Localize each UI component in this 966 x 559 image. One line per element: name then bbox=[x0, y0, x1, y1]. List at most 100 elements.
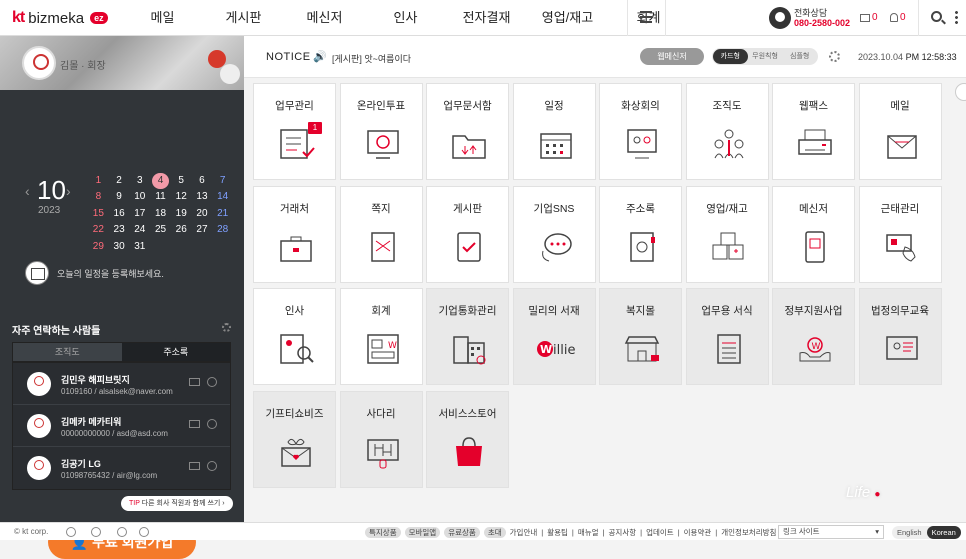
calendar-day[interactable]: 10 bbox=[129, 189, 150, 206]
calendar-day[interactable]: 17 bbox=[129, 206, 150, 223]
tile-hr[interactable]: 인사 bbox=[253, 288, 336, 385]
tile-millie[interactable]: 밀리의 서재 Willie bbox=[512, 288, 596, 385]
user-name[interactable]: 김몰 · 회장 bbox=[60, 57, 106, 72]
calendar-day[interactable]: 22 bbox=[88, 222, 109, 239]
footer-tag[interactable]: 초대 bbox=[483, 527, 506, 538]
calendar-day[interactable]: 13 bbox=[192, 189, 213, 206]
calendar-day[interactable]: 23 bbox=[109, 222, 130, 239]
sms-icon[interactable] bbox=[207, 461, 217, 471]
tip-link[interactable]: TIP 다른 회사 직원과 함께 쓰기 › bbox=[121, 496, 233, 511]
footer-link[interactable]: 매뉴얼 bbox=[578, 527, 599, 538]
footer-link[interactable]: 업데이트 bbox=[646, 527, 674, 538]
mail-icon[interactable] bbox=[189, 462, 200, 470]
list-item[interactable]: 김메카 메카티워 00000000000 / asd@asd.com bbox=[13, 405, 230, 447]
nav-approval[interactable]: 전자결재 bbox=[446, 0, 527, 36]
tile-folder[interactable]: 업무문서함 bbox=[426, 83, 509, 180]
settings-gear-icon[interactable] bbox=[91, 527, 101, 537]
nav-mail[interactable]: 메일 bbox=[122, 0, 203, 36]
calendar-day[interactable]: 19 bbox=[171, 206, 192, 223]
tab-address-book[interactable]: 주소록 bbox=[121, 343, 230, 361]
alarm-clock-icon[interactable] bbox=[66, 527, 76, 537]
tile-mail[interactable]: 메일 bbox=[858, 83, 942, 180]
lang-korean[interactable]: Korean bbox=[926, 526, 961, 539]
calendar-day[interactable]: 7 bbox=[212, 173, 233, 190]
prev-month-icon[interactable]: ‹ bbox=[25, 183, 30, 199]
footer-tag[interactable]: 특지상품 bbox=[365, 527, 401, 538]
mail-icon[interactable] bbox=[189, 378, 200, 386]
settings-gear-icon[interactable] bbox=[829, 51, 840, 62]
link-site-select[interactable]: 링크 사이트 ▾ bbox=[778, 525, 884, 539]
tile-fax[interactable]: 웹팩스 bbox=[772, 83, 855, 180]
calendar-day[interactable]: 30 bbox=[109, 239, 130, 256]
calendar-day[interactable]: 6 bbox=[192, 173, 213, 190]
view-simple[interactable]: 심플형 bbox=[782, 49, 817, 64]
nav-hr[interactable]: 인사 bbox=[365, 0, 446, 36]
tab-org-chart[interactable]: 조직도 bbox=[13, 343, 122, 361]
calendar-day[interactable]: 25 bbox=[150, 222, 171, 239]
add-schedule[interactable]: 오늘의 일정을 등록해보세요. bbox=[25, 261, 164, 285]
calendar-day[interactable]: 2 bbox=[109, 173, 130, 190]
footer-link[interactable]: 개인정보처리방침 bbox=[721, 527, 776, 538]
calendar-today[interactable]: 4 bbox=[151, 172, 170, 189]
footer-link[interactable]: 가입안내 bbox=[510, 527, 538, 538]
tile-gov-support[interactable]: 정부지원사업 W bbox=[772, 288, 855, 385]
next-month-icon[interactable]: › bbox=[66, 183, 71, 199]
calendar-day[interactable]: 29 bbox=[88, 239, 109, 256]
calendar-day[interactable]: 28 bbox=[212, 222, 233, 239]
tile-accounting[interactable]: 회계 W bbox=[339, 288, 423, 385]
tile-briefcase[interactable]: 거래처 bbox=[253, 185, 336, 283]
footer-link[interactable]: 공지사항 bbox=[609, 527, 637, 538]
footer-tag[interactable]: 모바일앱 bbox=[404, 527, 441, 538]
tile-attendance[interactable]: 근태관리 bbox=[858, 185, 942, 283]
collapse-panel-button[interactable] bbox=[955, 83, 966, 101]
tile-note[interactable]: 쪽지 bbox=[339, 185, 423, 283]
view-list[interactable]: 무원칙형 bbox=[748, 49, 783, 64]
calendar-day[interactable]: 3 bbox=[129, 173, 150, 190]
tile-address-book[interactable]: 주소록 bbox=[599, 185, 682, 283]
footer-link[interactable]: 활용팁 bbox=[547, 527, 568, 538]
nav-messenger[interactable]: 메신저 bbox=[284, 0, 365, 36]
mail-icon[interactable] bbox=[189, 420, 200, 428]
mail-notification[interactable]: 0 bbox=[860, 12, 878, 23]
more-icon[interactable] bbox=[955, 10, 958, 24]
calendar-day[interactable]: 15 bbox=[88, 206, 109, 223]
footer-tag[interactable]: 유료상품 bbox=[444, 527, 480, 538]
tile-store[interactable]: 서비스스토어 bbox=[426, 390, 509, 488]
web-messenger-button[interactable]: 웹메신저 bbox=[640, 48, 704, 65]
search-icon[interactable] bbox=[931, 11, 942, 22]
sms-icon[interactable] bbox=[207, 377, 217, 387]
tile-chat[interactable]: 기업SNS bbox=[512, 185, 596, 283]
lang-english[interactable]: English bbox=[892, 526, 927, 539]
bizmeka-logo[interactable]: kt bizmeka ez bbox=[12, 9, 108, 27]
calendar-day[interactable]: 18 bbox=[150, 206, 171, 223]
notice-text[interactable]: [게시판] 앗~여름이다 bbox=[332, 52, 411, 65]
alarm-notification[interactable]: 0 bbox=[890, 12, 906, 23]
footer-link[interactable]: 이용약관 bbox=[684, 527, 712, 538]
help-icon[interactable] bbox=[139, 527, 149, 537]
tile-shop[interactable]: 복지몰 bbox=[599, 288, 682, 385]
calendar-day[interactable]: 9 bbox=[109, 189, 130, 206]
nav-sales[interactable]: 영업/재고 bbox=[527, 0, 608, 36]
tile-task[interactable]: 업무관리 1 bbox=[253, 83, 336, 180]
calendar-day[interactable]: 20 bbox=[192, 206, 213, 223]
tile-video-meeting[interactable]: 화상회의 bbox=[599, 83, 682, 180]
tile-vote[interactable]: 온라인투표 bbox=[339, 83, 423, 180]
tile-form[interactable]: 업무용 서식 bbox=[685, 288, 769, 385]
calendar-day[interactable]: 8 bbox=[88, 189, 109, 206]
tile-calendar[interactable]: 일정 bbox=[512, 83, 596, 180]
calendar-day[interactable]: 1 bbox=[88, 173, 109, 190]
calendar-day[interactable]: 26 bbox=[171, 222, 192, 239]
tile-gift[interactable]: 기프티쇼비즈 bbox=[253, 390, 336, 488]
nav-board[interactable]: 게시판 bbox=[203, 0, 284, 36]
calendar-day[interactable]: 21 bbox=[212, 206, 233, 223]
user-avatar[interactable] bbox=[22, 46, 56, 80]
tool-icon[interactable] bbox=[117, 527, 127, 537]
calendar-day[interactable]: 27 bbox=[192, 222, 213, 239]
calendar-day[interactable]: 14 bbox=[212, 189, 233, 206]
tile-phone[interactable]: 기업통화관리 bbox=[426, 288, 509, 385]
list-item[interactable]: 김공기 LG 01098765432 / air@lg.com bbox=[13, 447, 230, 489]
view-card[interactable]: 카드형 bbox=[713, 49, 748, 64]
calendar-day[interactable]: 5 bbox=[171, 173, 192, 190]
calendar-day[interactable]: 11 bbox=[150, 189, 171, 206]
calendar-day[interactable]: 31 bbox=[129, 239, 150, 256]
